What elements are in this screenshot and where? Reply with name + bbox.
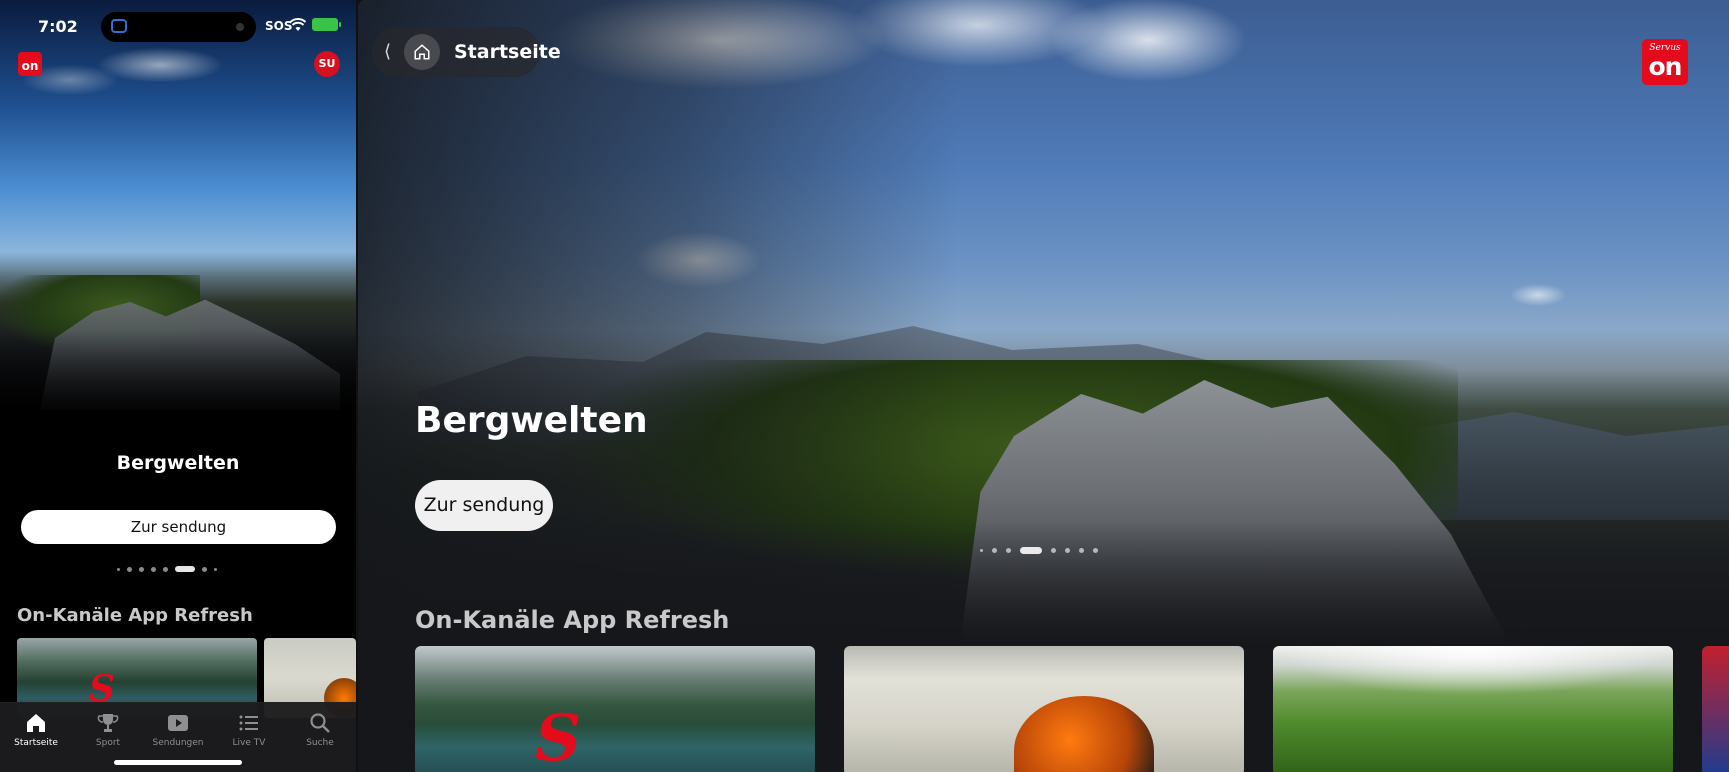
hero-cta-button[interactable]: Zur sendung [415, 480, 553, 531]
pager-dot[interactable] [980, 549, 983, 552]
section-title: On-Kanäle App Refresh [415, 606, 730, 634]
section-title: On-Kanäle App Refresh [17, 605, 253, 626]
pager-dot[interactable] [151, 566, 156, 572]
hero-fade [0, 330, 356, 450]
back-label: Startseite [454, 41, 561, 63]
app-logo[interactable]: Servus on [1642, 39, 1688, 85]
play-icon [168, 715, 188, 731]
hero-title: Bergwelten [116, 452, 240, 474]
pager-dot[interactable] [1051, 548, 1056, 553]
pager-dot[interactable] [1093, 548, 1098, 553]
status-time: 7:02 [38, 17, 78, 36]
camera-dot-icon [236, 23, 244, 31]
pager-dot-active[interactable] [1020, 547, 1042, 554]
pager-dot[interactable] [1065, 548, 1070, 553]
pager-dot[interactable] [1079, 548, 1084, 553]
pager-dot[interactable] [127, 566, 132, 572]
list-icon [239, 715, 258, 731]
pager-dot-active[interactable] [175, 566, 195, 572]
hero-cta-button[interactable]: Zur sendung [21, 510, 336, 544]
logo-word: on [1648, 52, 1683, 81]
hero-pager[interactable] [117, 566, 217, 572]
search-icon [310, 713, 330, 733]
profile-avatar[interactable]: SU [314, 51, 340, 77]
tab-startseite[interactable]: Startseite [6, 711, 66, 748]
dynamic-island [101, 12, 256, 42]
pager-dot[interactable] [163, 566, 168, 572]
tab-sport[interactable]: Sport [78, 711, 138, 748]
servus-tv-logo: S [535, 701, 582, 772]
phone-screen: 7:02 SOS on SU Bergwelten Zur sendung On… [0, 0, 356, 772]
pager-dot[interactable] [202, 566, 207, 572]
pager-dot[interactable] [1006, 548, 1011, 553]
chevron-left-icon: ⟨ [384, 41, 392, 62]
wifi-icon [290, 18, 306, 31]
tablet-screen: ⟨ Startseite Servus on Bergwelten Zur se… [358, 0, 1729, 772]
channel-card[interactable]: S [415, 646, 815, 772]
status-bar: 7:02 SOS [0, 0, 356, 50]
channel-card[interactable] [844, 646, 1244, 772]
pager-dot[interactable] [139, 566, 144, 572]
home-icon [27, 714, 45, 732]
channel-card[interactable] [1273, 646, 1673, 772]
hero-title: Bergwelten [415, 400, 648, 441]
trophy-icon [97, 714, 119, 732]
screen-mirror-icon [111, 19, 127, 33]
pager-dot[interactable] [992, 548, 997, 553]
hero-bottom-fade [358, 520, 1729, 660]
tab-live-tv[interactable]: Live TV [219, 711, 279, 748]
home-icon [404, 34, 440, 70]
back-home-button[interactable]: ⟨ Startseite [372, 27, 561, 77]
tab-suche[interactable]: Suche [290, 711, 350, 748]
pager-dot[interactable] [117, 567, 120, 571]
battery-icon [312, 18, 341, 31]
carrier-label: SOS [265, 19, 293, 33]
pager-dot[interactable] [214, 567, 217, 571]
hero-pager[interactable] [980, 547, 1098, 554]
app-logo[interactable]: on [18, 52, 42, 76]
tab-sendungen[interactable]: Sendungen [148, 711, 208, 748]
channel-card[interactable] [1702, 646, 1729, 772]
home-indicator[interactable] [114, 760, 242, 765]
